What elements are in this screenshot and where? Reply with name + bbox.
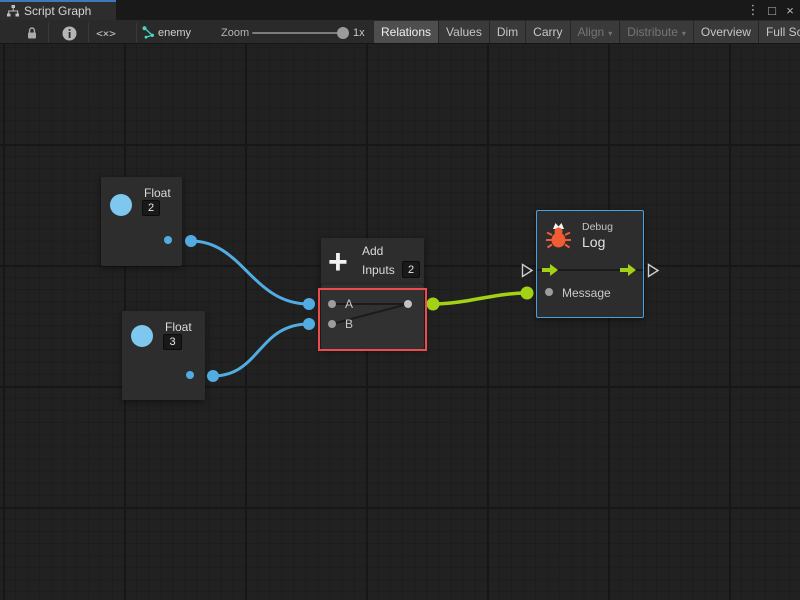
code-view-button[interactable]: <×>: [92, 26, 120, 40]
info-button[interactable]: [61, 25, 77, 41]
tab-script-graph[interactable]: Script Graph: [0, 0, 116, 20]
fullscreen-button[interactable]: Full Screen: [759, 21, 800, 43]
float-node-2[interactable]: [122, 311, 205, 400]
float1-output-port[interactable]: [164, 236, 172, 244]
zoom-slider-handle[interactable]: [337, 27, 349, 39]
title-bar: Script Graph ⋮ □ ×: [0, 0, 800, 20]
lock-button[interactable]: [24, 25, 40, 40]
port-label-a: A: [345, 297, 353, 311]
node-title: Float: [144, 186, 171, 200]
chevron-down-icon: ▾: [682, 29, 686, 38]
align-dropdown[interactable]: Align▾: [571, 21, 620, 43]
message-port-label: Message: [562, 286, 611, 300]
code-icon: <×>: [96, 27, 116, 40]
script-graph-asset-icon: [141, 26, 155, 39]
node-title: Add: [362, 244, 383, 258]
carry-button[interactable]: Carry: [526, 21, 569, 43]
add-input-b-port[interactable]: [328, 320, 336, 328]
message-input-port[interactable]: [545, 288, 553, 296]
toolbar-separator: [88, 23, 89, 42]
dim-button[interactable]: Dim: [490, 21, 525, 43]
add-output-port[interactable]: [404, 300, 412, 308]
flow-out-arrow-icon[interactable]: [619, 263, 637, 282]
inputs-count-input[interactable]: 2: [402, 261, 420, 278]
add-input-a-port[interactable]: [328, 300, 336, 308]
zoom-slider-track[interactable]: [252, 32, 340, 34]
float2-output-port[interactable]: [186, 371, 194, 379]
node-category: Debug: [582, 221, 613, 233]
flow-in-arrow-icon[interactable]: [541, 263, 559, 282]
info-icon: [62, 26, 77, 41]
values-button[interactable]: Values: [439, 21, 489, 43]
toolbar-separator: [48, 23, 49, 42]
close-button[interactable]: ×: [781, 0, 799, 20]
tab-title: Script Graph: [24, 4, 91, 18]
zoom-label: Zoom: [221, 27, 249, 39]
bug-icon: [545, 221, 572, 254]
port-label-b: B: [345, 317, 353, 331]
relations-button[interactable]: Relations: [374, 21, 438, 43]
float-value-input[interactable]: 3: [163, 334, 182, 350]
toolbar-separator: [136, 23, 137, 42]
external-flow-in-port[interactable]: [521, 263, 534, 283]
inputs-label: Inputs: [362, 263, 395, 277]
distribute-dropdown[interactable]: Distribute▾: [620, 21, 693, 43]
add-icon: +: [328, 248, 348, 276]
lock-icon: [25, 26, 39, 40]
float-value-input[interactable]: 2: [142, 200, 160, 216]
float-type-icon: [131, 325, 153, 347]
error-highlight-box: [318, 288, 427, 351]
node-title: Float: [165, 320, 192, 334]
chevron-down-icon: ▾: [608, 29, 612, 38]
zoom-value-label: 1x: [353, 27, 365, 39]
maximize-button[interactable]: □: [763, 0, 781, 20]
window-menu-button[interactable]: ⋮: [744, 0, 762, 20]
node-title: Log: [582, 234, 605, 250]
toolbar-button-group: Relations Values Dim Carry Align▾ Distri…: [374, 21, 800, 43]
float-type-icon: [110, 194, 132, 216]
external-flow-out-port[interactable]: [647, 263, 660, 283]
overview-button[interactable]: Overview: [694, 21, 758, 43]
graph-name-label[interactable]: enemy: [158, 27, 191, 39]
graph-hierarchy-icon: [7, 5, 19, 17]
